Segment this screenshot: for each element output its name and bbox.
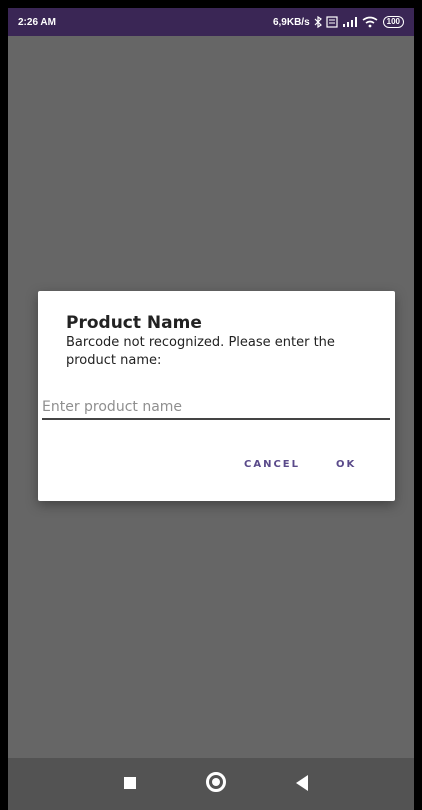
dialog-title: Product Name xyxy=(66,313,202,333)
status-time: 2:26 AM xyxy=(18,16,56,28)
product-name-input[interactable] xyxy=(42,395,390,420)
wifi-icon xyxy=(362,16,378,28)
bluetooth-icon xyxy=(314,16,322,28)
dialog-message: Barcode not recognized. Please enter the… xyxy=(66,335,335,368)
signal-icon xyxy=(342,16,358,28)
back-icon[interactable] xyxy=(296,775,308,791)
product-name-dialog: Product Name Barcode not recognized. Ple… xyxy=(38,291,395,501)
recent-apps-icon[interactable] xyxy=(124,777,136,789)
ok-button[interactable]: OK xyxy=(336,459,356,470)
cancel-button[interactable]: CANCEL xyxy=(244,459,300,470)
network-speed: 6,9KB/s xyxy=(272,16,310,28)
status-indicators: 6,9KB/s 100 xyxy=(273,16,404,28)
navigation-bar xyxy=(8,758,414,810)
battery-level: 100 xyxy=(382,16,404,28)
status-bar: 2:26 AM 6,9KB/s 100 xyxy=(8,8,414,36)
phone-screen: 2:26 AM 6,9KB/s 100 Product Name Barcode… xyxy=(0,0,422,810)
data-icon xyxy=(326,16,338,28)
home-icon[interactable] xyxy=(206,772,226,792)
